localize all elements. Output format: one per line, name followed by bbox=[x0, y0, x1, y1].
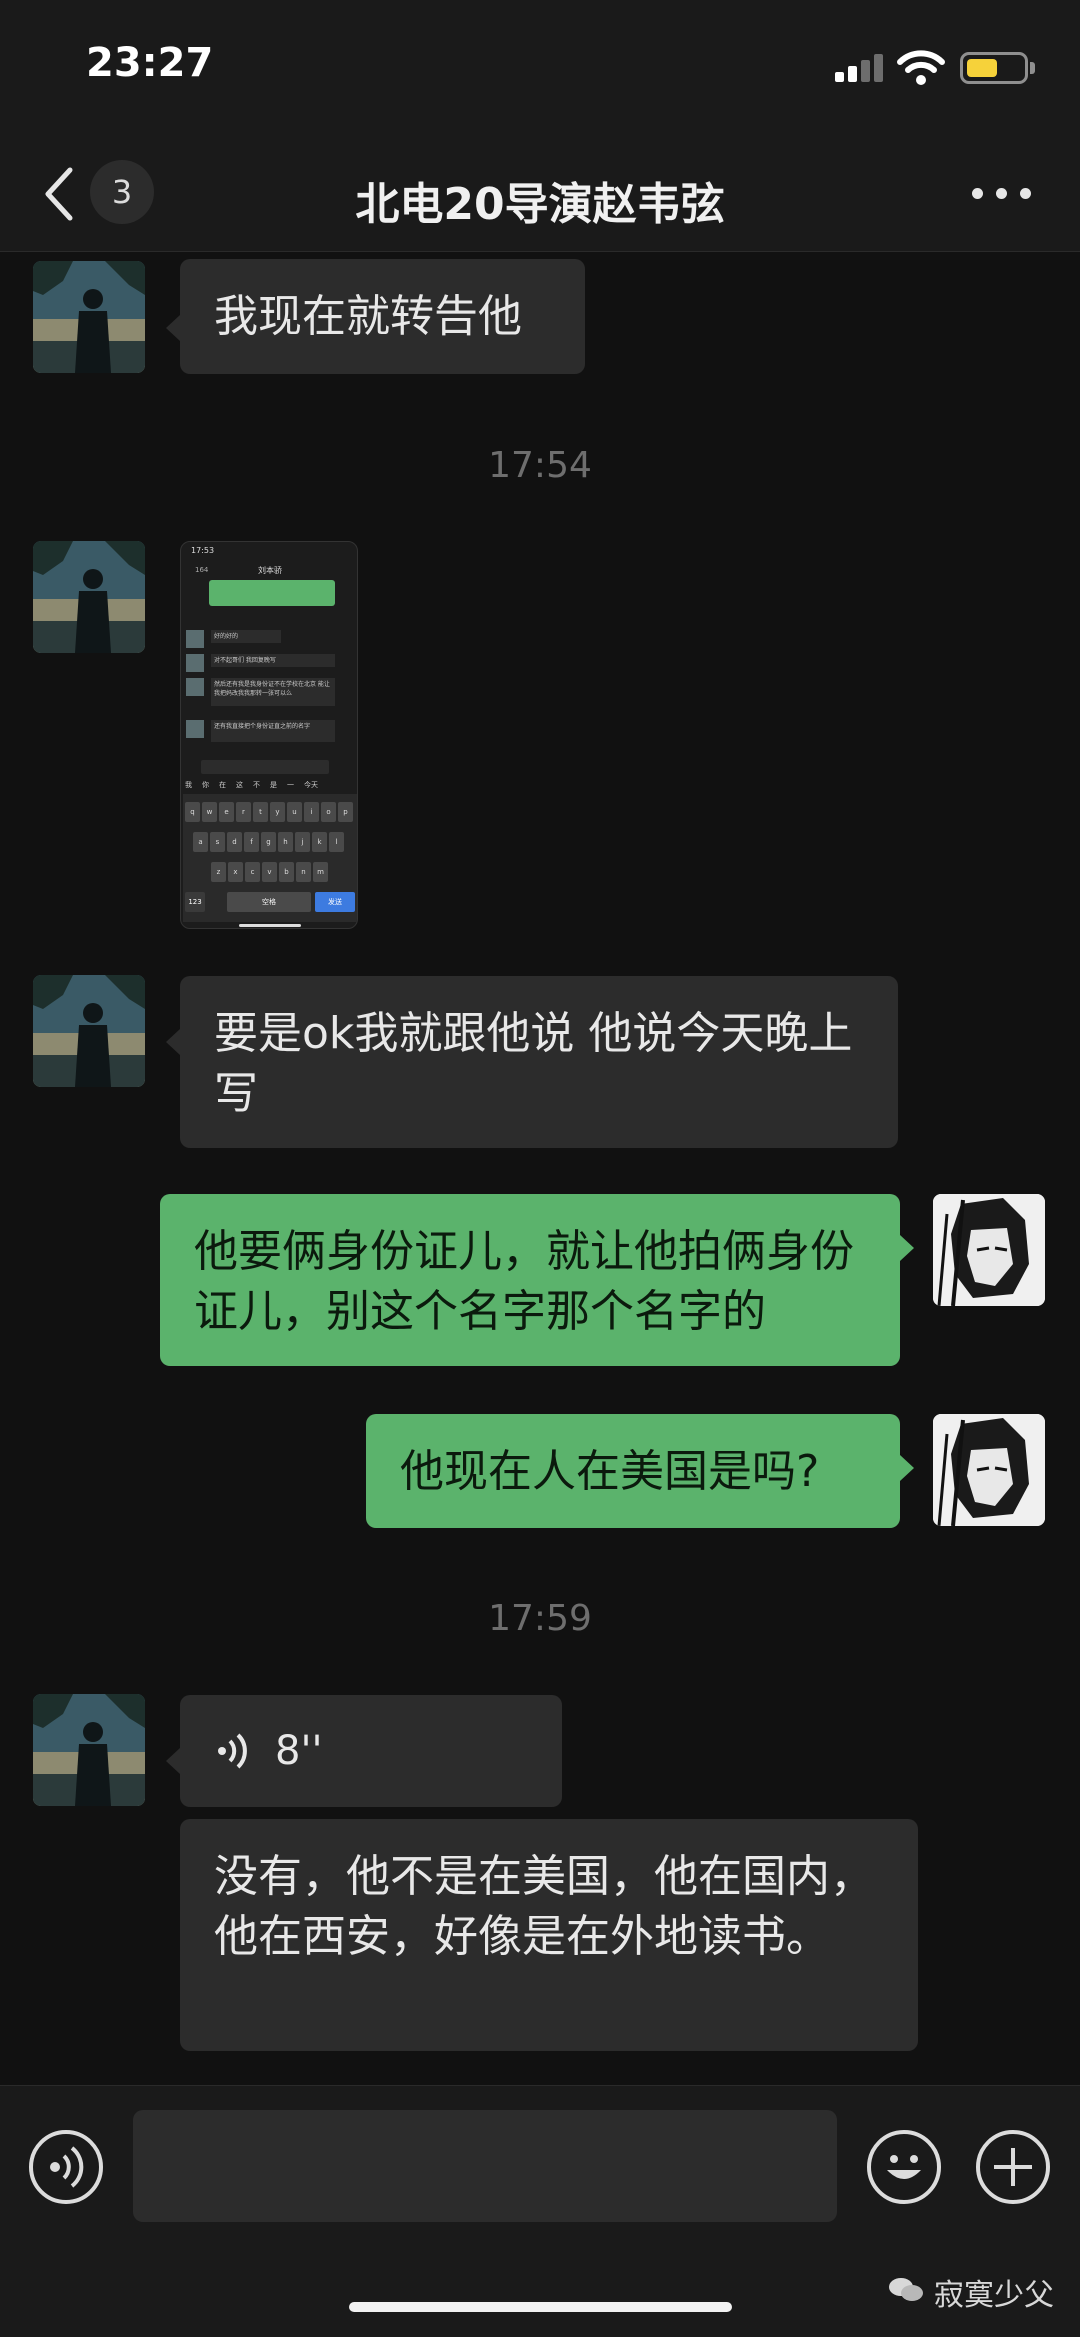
manga-avatar-image bbox=[933, 1414, 1045, 1526]
contact-avatar[interactable] bbox=[33, 975, 145, 1087]
message-bubble[interactable]: 没有，他不是在美国，他在国内，他在西安，好像是在外地读书。 bbox=[180, 1819, 918, 2051]
shot-space-key: 空格 bbox=[227, 892, 311, 912]
silhouette-avatar-image bbox=[33, 261, 145, 373]
shot-key: m bbox=[313, 862, 328, 882]
shot-candidate: 不 bbox=[253, 781, 260, 789]
shot-key: x bbox=[228, 862, 243, 882]
message-timestamp: 17:54 bbox=[488, 445, 592, 486]
shot-key: e bbox=[219, 802, 234, 822]
shot-key: f bbox=[244, 832, 259, 852]
shot-home-indicator bbox=[239, 924, 301, 927]
shot-title: 刘本骄 bbox=[258, 566, 282, 575]
message-list[interactable]: 我现在就转告他 17:54 17:53 164 刘本骄 好的好的 对不起哥们 我… bbox=[0, 253, 1080, 2085]
shot-row: 对不起哥们 我回复晚写 bbox=[211, 654, 335, 667]
contact-avatar[interactable] bbox=[33, 261, 145, 373]
emoji-icon[interactable] bbox=[867, 2130, 941, 2204]
message-bubble-self[interactable]: 他现在人在美国是吗? bbox=[366, 1414, 900, 1528]
chat-header: 3 北电20导演赵韦弦 bbox=[0, 140, 1080, 252]
shot-key: j bbox=[295, 832, 310, 852]
shot-key: s bbox=[210, 832, 225, 852]
voice-wave-icon bbox=[218, 1733, 247, 1769]
shot-key: o bbox=[321, 802, 336, 822]
silhouette-avatar-image bbox=[33, 975, 145, 1087]
unread-count-badge[interactable]: 3 bbox=[90, 160, 154, 224]
shot-candidate: 是 bbox=[270, 781, 277, 789]
shot-candidate: 一 bbox=[287, 781, 294, 789]
shot-key: w bbox=[202, 802, 217, 822]
shot-candidates: 我 你 在 这 不 是 一 今天 bbox=[185, 780, 355, 790]
manga-avatar-image bbox=[933, 1194, 1045, 1306]
shot-avatar bbox=[186, 630, 204, 648]
shot-candidate: 今天 bbox=[304, 781, 318, 789]
shot-key: u bbox=[287, 802, 302, 822]
shot-num-key: 123 bbox=[185, 892, 205, 912]
message-bubble-self[interactable]: 他要俩身份证儿，就让他拍俩身份证儿，别这个名字那个名字的 bbox=[160, 1194, 900, 1366]
plus-icon[interactable] bbox=[976, 2130, 1050, 2204]
status-time: 23:27 bbox=[86, 40, 214, 86]
contact-avatar[interactable] bbox=[33, 541, 145, 653]
contact-avatar[interactable] bbox=[33, 1694, 145, 1806]
shot-key: h bbox=[278, 832, 293, 852]
status-bar: 23:27 bbox=[0, 0, 1080, 140]
shot-candidate: 在 bbox=[219, 781, 226, 789]
self-avatar[interactable] bbox=[933, 1414, 1045, 1526]
message-bubble[interactable]: 我现在就转告他 bbox=[180, 259, 585, 374]
shot-key: q bbox=[185, 802, 200, 822]
voice-duration: 8'' bbox=[275, 1728, 323, 1774]
battery-icon bbox=[960, 52, 1028, 84]
message-input[interactable] bbox=[133, 2110, 837, 2222]
shot-keyboard: q w e r t y u i o p a s d f g h j k l z x c v b n m 123 空格 发送 bbox=[183, 794, 357, 922]
voice-mode-icon[interactable] bbox=[29, 2130, 103, 2204]
shot-key: v bbox=[262, 862, 277, 882]
chat-title: 北电20导演赵韦弦 bbox=[355, 179, 725, 230]
shot-candidate: 这 bbox=[236, 781, 243, 789]
shot-key: p bbox=[338, 802, 353, 822]
shot-candidate: 你 bbox=[202, 781, 209, 789]
message-bubble[interactable]: 要是ok我就跟他说 他说今天晚上写 bbox=[180, 976, 898, 1148]
shot-input-line bbox=[201, 760, 329, 774]
wifi-icon bbox=[897, 50, 945, 85]
chevron-left-icon[interactable] bbox=[40, 164, 80, 224]
shot-key: d bbox=[227, 832, 242, 852]
shot-key: a bbox=[193, 832, 208, 852]
shot-avatar bbox=[186, 654, 204, 672]
home-indicator[interactable] bbox=[349, 2302, 732, 2312]
shot-candidate: 我 bbox=[185, 781, 192, 789]
cellular-signal-icon bbox=[835, 52, 885, 82]
self-avatar[interactable] bbox=[933, 1194, 1045, 1306]
shot-key: g bbox=[261, 832, 276, 852]
shot-row: 然后还有我是我身份证不在学校在北京 能让我把妈改我我那转一张可以么 bbox=[211, 678, 335, 706]
voice-message-bubble[interactable]: 8'' bbox=[180, 1695, 562, 1807]
shot-key: b bbox=[279, 862, 294, 882]
battery-tip bbox=[1030, 62, 1035, 74]
shot-row: 还有我直接把个身份证直之前的名字 bbox=[211, 720, 335, 742]
more-dots-icon[interactable] bbox=[972, 182, 1032, 206]
wechat-logo-icon bbox=[888, 2276, 924, 2304]
input-bar: 寂寞少父 bbox=[0, 2085, 1080, 2337]
silhouette-avatar-image bbox=[33, 1694, 145, 1806]
shot-key: t bbox=[253, 802, 268, 822]
shot-avatar bbox=[186, 678, 204, 696]
shot-key: n bbox=[296, 862, 311, 882]
shot-key: z bbox=[211, 862, 226, 882]
shot-row: 好的好的 bbox=[211, 630, 281, 643]
shot-send-key: 发送 bbox=[315, 892, 355, 912]
image-message[interactable]: 17:53 164 刘本骄 好的好的 对不起哥们 我回复晚写 然后还有我是我身份… bbox=[180, 541, 358, 929]
shot-status-time: 17:53 bbox=[191, 546, 215, 555]
shot-key: c bbox=[245, 862, 260, 882]
shot-key: r bbox=[236, 802, 251, 822]
message-timestamp: 17:59 bbox=[488, 1598, 592, 1639]
watermark-text: 寂寞少父 bbox=[934, 2278, 1054, 2313]
shot-avatar bbox=[186, 720, 204, 738]
shot-key: k bbox=[312, 832, 327, 852]
shot-green-bubble bbox=[209, 580, 335, 606]
silhouette-avatar-image bbox=[33, 541, 145, 653]
shot-key: y bbox=[270, 802, 285, 822]
shot-key: l bbox=[329, 832, 344, 852]
shot-key: i bbox=[304, 802, 319, 822]
